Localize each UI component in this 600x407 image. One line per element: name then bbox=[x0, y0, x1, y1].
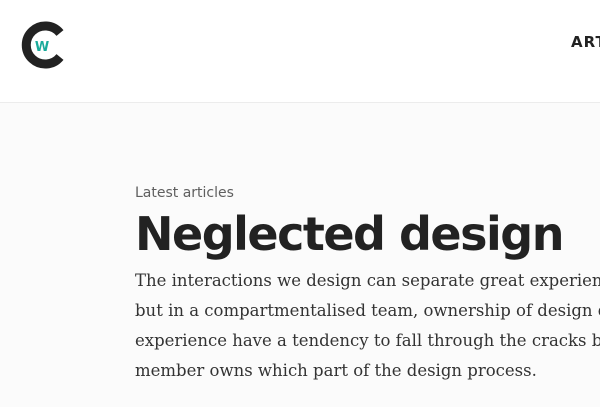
excerpt-line: but in a compartmentalised team, ownersh… bbox=[135, 301, 600, 320]
nav-link-articles[interactable]: ART bbox=[571, 33, 600, 51]
article-title[interactable]: Neglected design bbox=[135, 208, 600, 260]
excerpt-line: experience have a tendency to fall throu… bbox=[135, 331, 600, 350]
site-header: W ART bbox=[0, 0, 600, 103]
excerpt-line: member owns which part of the design pro… bbox=[135, 361, 537, 380]
logo-letter: W bbox=[35, 40, 49, 55]
article-excerpt: The interactions we design can separate … bbox=[135, 266, 600, 386]
logo-icon[interactable]: W bbox=[20, 21, 64, 69]
excerpt-line: The interactions we design can separate … bbox=[135, 271, 600, 290]
main-content: Latest articles Neglected design The int… bbox=[135, 184, 600, 386]
section-label: Latest articles bbox=[135, 185, 234, 201]
